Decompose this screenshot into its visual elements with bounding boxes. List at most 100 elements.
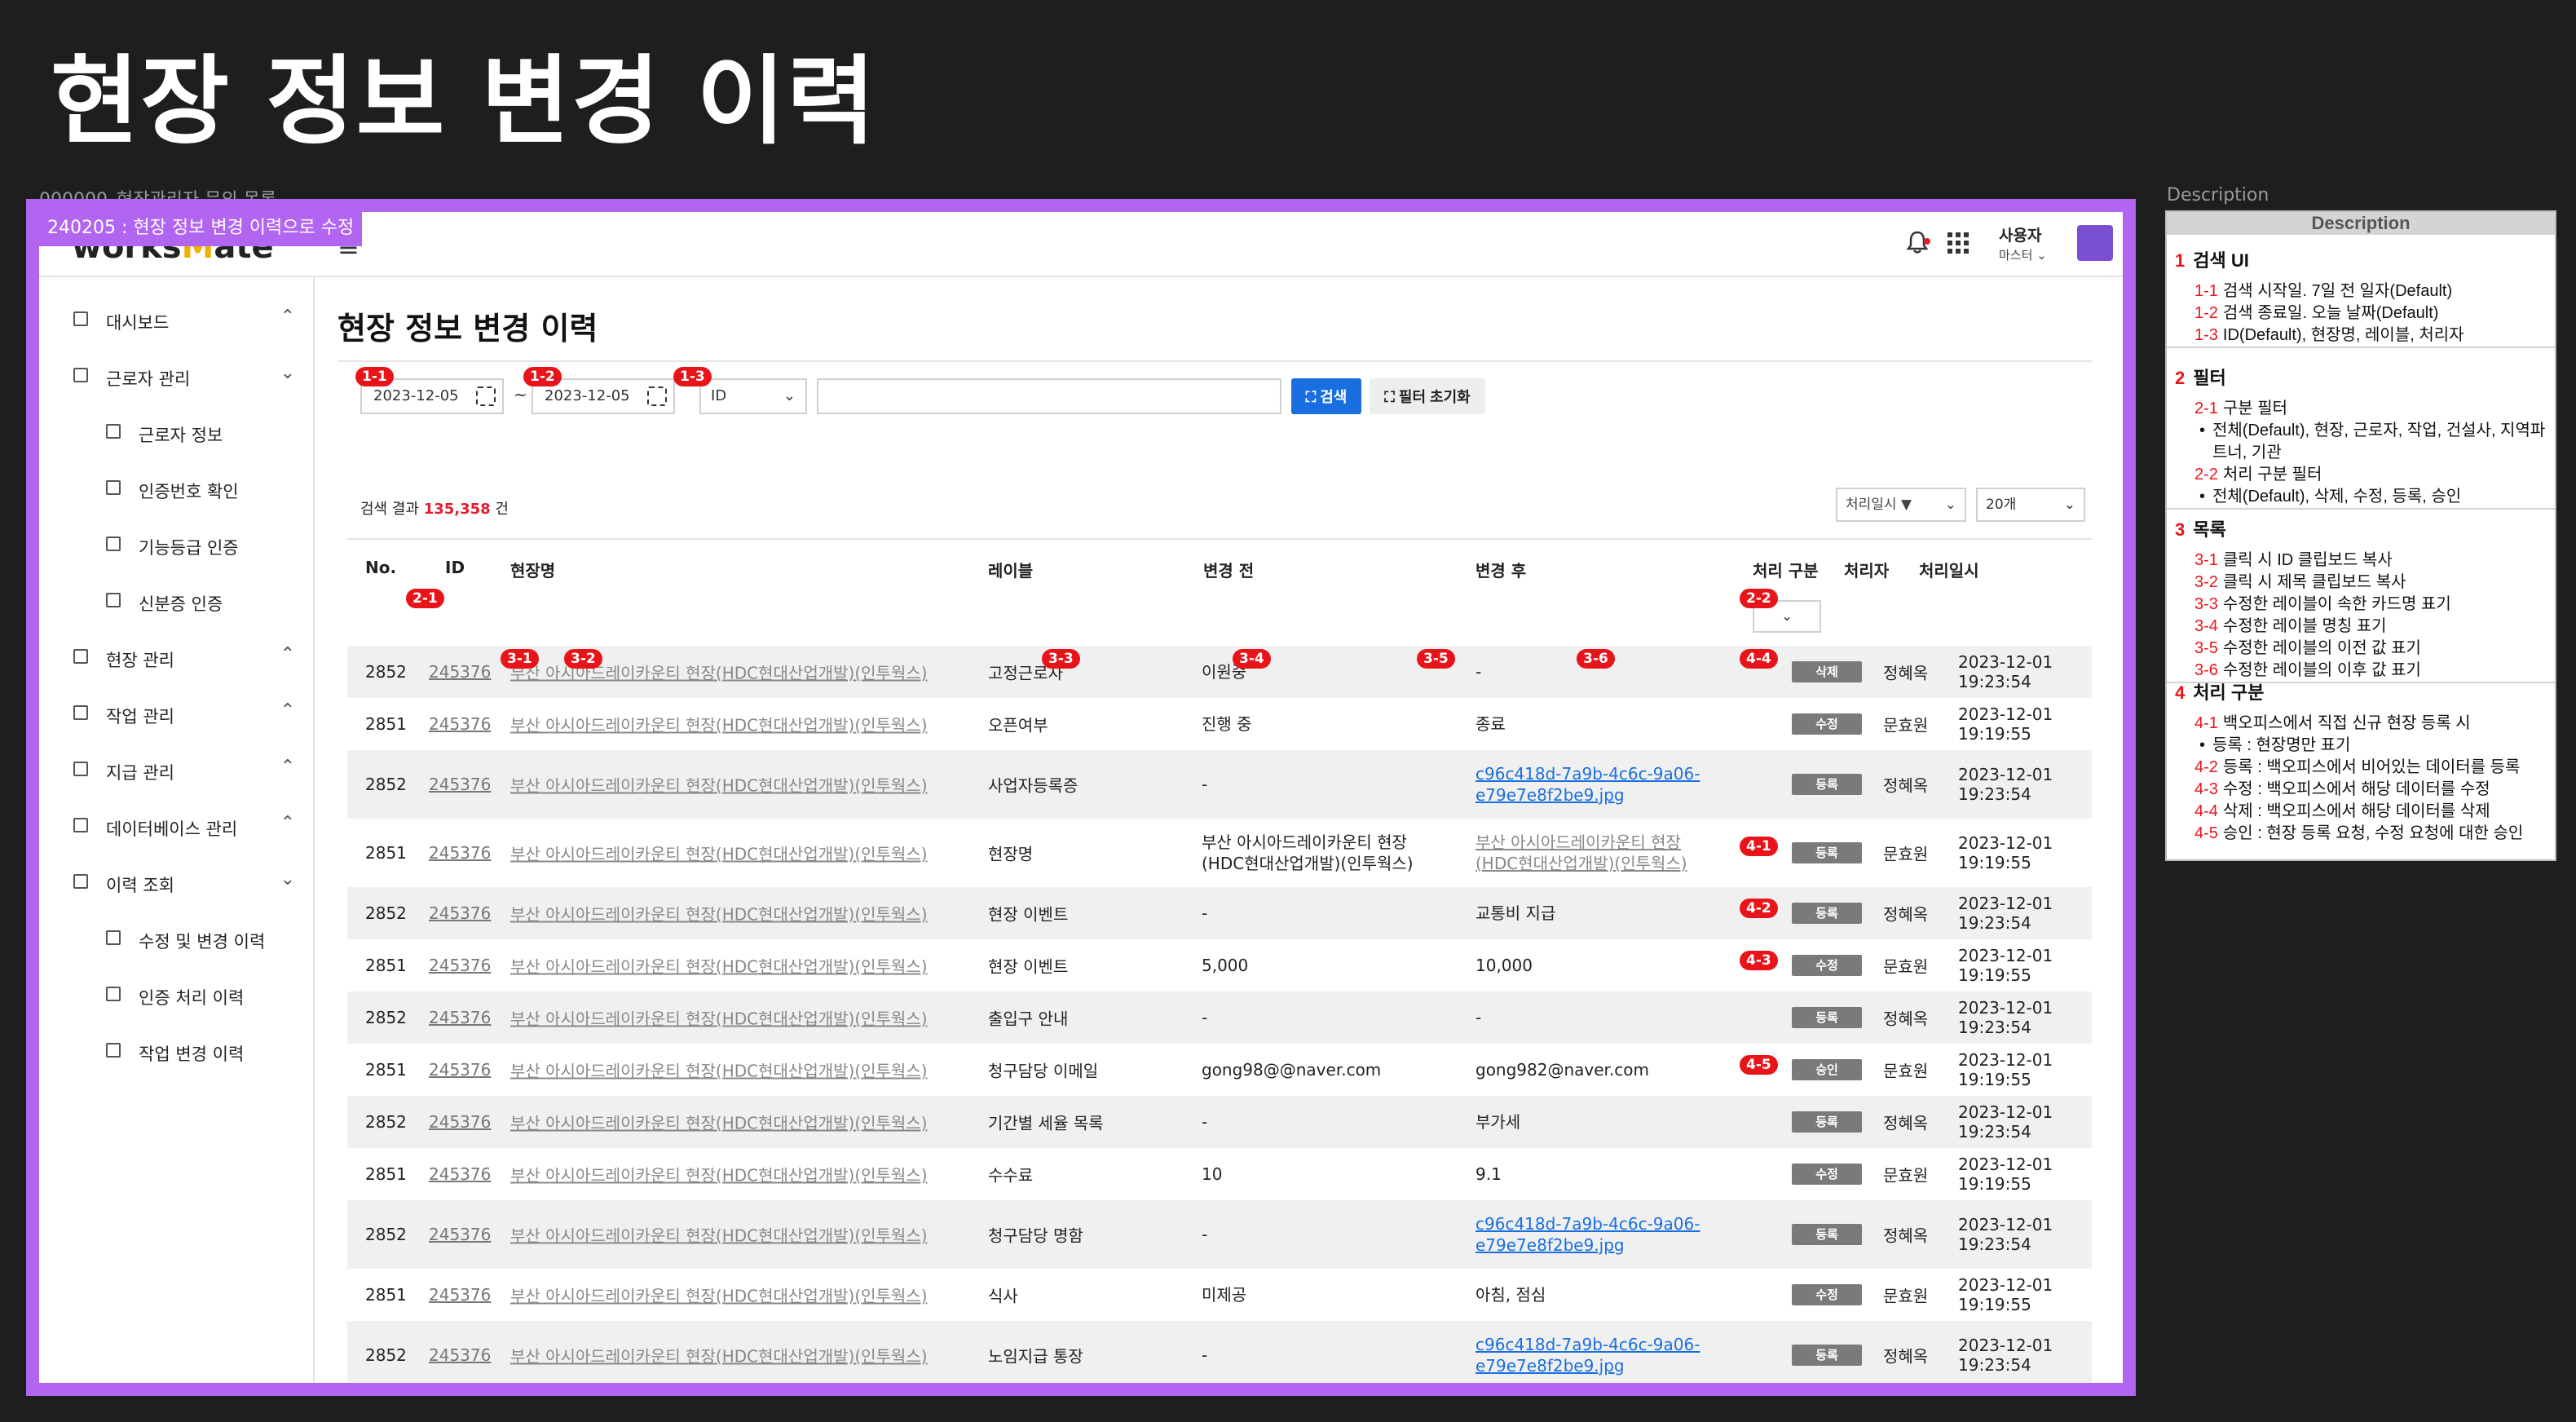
calendar-icon[interactable] [647, 386, 667, 406]
sidebar-item-label: 작업 관리 [106, 707, 174, 726]
sidebar-item[interactable]: 작업 관리 ⌃ [39, 687, 313, 744]
row-site-link[interactable]: 부산 아시아드레이카운티 현장(HDC현대산업개발)(인투웍스) [510, 1344, 928, 1367]
row-id-link[interactable]: 245376 [429, 1164, 491, 1184]
sort-select-value: 처리일시 ▼ [1846, 497, 1912, 513]
chevron-up-icon[interactable]: ⌃ [280, 813, 295, 833]
row-site-link[interactable]: 부산 아시아드레이카운티 현장(HDC현대산업개발)(인투웍스) [510, 1111, 928, 1134]
row-after-value[interactable]: c96c418d-7a9b-4c6c-9a06- e79e7e8f2be9.jp… [1475, 1213, 1700, 1256]
row-id-link[interactable]: 245376 [429, 1225, 491, 1244]
sidebar-item[interactable]: 대시보드 ⌃ [39, 294, 313, 350]
row-id-link[interactable]: 245376 [429, 956, 491, 975]
chevron-up-icon[interactable]: ⌃ [280, 757, 295, 777]
marker-4-1: 4-1 [1740, 837, 1778, 856]
row-no: 2852 [365, 775, 407, 794]
description-line: 4-3 수정 : 백오피스에서 해당 데이터를 수정 [2175, 779, 2555, 801]
sidebar-item[interactable]: 근로자 관리 ⌄ [39, 350, 313, 406]
description-section-title: 3 목록 [2175, 515, 2555, 541]
sidebar-item[interactable]: 기능등급 인증 [39, 519, 313, 575]
row-no: 2851 [365, 843, 407, 863]
search-input[interactable] [817, 378, 1281, 414]
chevron-down-icon[interactable]: ⌄ [280, 869, 295, 890]
sidebar-item[interactable]: 작업 변경 이력 [39, 1025, 313, 1081]
row-site-link[interactable]: 부산 아시아드레이카운티 현장(HDC현대산업개발)(인투웍스) [510, 1058, 928, 1082]
chevron-up-icon[interactable]: ⌃ [280, 644, 295, 665]
row-site-link[interactable]: 부산 아시아드레이카운티 현장(HDC현대산업개발)(인투웍스) [510, 1006, 928, 1030]
row-site-link[interactable]: 부산 아시아드레이카운티 현장(HDC현대산업개발)(인투웍스) [510, 713, 928, 736]
row-after-value: 9.1 [1475, 1164, 1502, 1184]
table-row: 2852 245376 부산 아시아드레이카운티 현장(HDC현대산업개발)(인투웍… [347, 1096, 2092, 1148]
sidebar-item-label: 현장 관리 [106, 651, 174, 670]
description-section-title: 4 처리 구분 [2175, 678, 2555, 704]
row-label: 기간별 세율 목록 [988, 1113, 1104, 1133]
table-row: 2852 245376 부산 아시아드레이카운티 현장(HDC현대산업개발)(인투웍… [347, 646, 2092, 698]
description-line: 3-2 클릭 시 제목 클립보드 복사 [2175, 572, 2555, 594]
row-label: 출입구 안내 [988, 1009, 1069, 1029]
chevron-up-icon[interactable]: ⌃ [280, 700, 295, 721]
line-text: 검색 시작일. 7일 전 일자(Default) [2222, 282, 2453, 300]
table-row: 2851 245376 부산 아시아드레이카운티 현장(HDC현대산업개발)(인투웍… [347, 939, 2092, 991]
line-text: 승인 : 현장 등록 요청, 수정 요청에 대한 승인 [2222, 824, 2524, 842]
apps-grid-icon[interactable] [1947, 230, 1969, 261]
chevron-down-icon: ⌄ [2063, 497, 2075, 513]
user-role-dropdown[interactable]: 마스터 ⌄ [1999, 246, 2047, 263]
row-id-link[interactable]: 245376 [429, 1285, 491, 1305]
avatar[interactable] [2077, 225, 2113, 261]
page-icon [106, 480, 121, 495]
page-icon [73, 874, 88, 889]
page-title: 현장 정보 변경 이력 [51, 45, 877, 157]
row-id-link[interactable]: 245376 [429, 662, 491, 682]
row-site-link[interactable]: 부산 아시아드레이카운티 현장(HDC현대산업개발)(인투웍스) [510, 1223, 928, 1247]
line-number: 4-1 [2194, 714, 2218, 732]
section-title-text: 검색 UI [2193, 250, 2249, 271]
row-id-link[interactable]: 245376 [429, 1008, 491, 1027]
row-site-link[interactable]: 부산 아시아드레이카운티 현장(HDC현대산업개발)(인투웍스) [510, 1163, 928, 1186]
row-site-link[interactable]: 부산 아시아드레이카운티 현장(HDC현대산업개발)(인투웍스) [510, 902, 928, 925]
sidebar-item[interactable]: 수정 및 변경 이력 [39, 912, 313, 969]
row-id-link[interactable]: 245376 [429, 775, 491, 794]
search-button[interactable]: ⛶ 검색 [1291, 378, 1361, 414]
sort-select[interactable]: 처리일시 ▼ ⌄ [1836, 488, 1966, 522]
row-site-link[interactable]: 부산 아시아드레이카운티 현장(HDC현대산업개발)(인투웍스) [510, 841, 928, 865]
row-person: 정혜옥 [1883, 775, 1929, 796]
sidebar-item[interactable]: 현장 관리 ⌃ [39, 631, 313, 687]
result-suffix: 건 [495, 501, 509, 518]
sidebar-item[interactable]: 인증 처리 이력 [39, 969, 313, 1025]
row-id-link[interactable]: 245376 [429, 1112, 491, 1132]
table-row: 2851 245376 부산 아시아드레이카운티 현장(HDC현대산업개발)(인투웍… [347, 698, 2092, 750]
row-after-value: gong982@naver.com [1475, 1060, 1650, 1080]
search-field-select[interactable]: ID ⌄ [699, 378, 807, 414]
row-after-value[interactable]: c96c418d-7a9b-4c6c-9a06- e79e7e8f2be9.jp… [1475, 1334, 1700, 1376]
sidebar-item[interactable]: 데이터베이스 관리 ⌃ [39, 800, 313, 856]
calendar-icon[interactable] [476, 386, 496, 406]
row-person: 문효원 [1883, 1286, 1929, 1306]
page-size-select[interactable]: 20개 ⌄ [1976, 488, 2085, 522]
chevron-down-icon[interactable]: ⌄ [280, 363, 295, 383]
row-id-link[interactable]: 245376 [429, 714, 491, 734]
sidebar-item[interactable]: 근로자 정보 [39, 406, 313, 462]
description-line: 1-3 ID(Default), 현장명, 레이블, 처리자 [2175, 325, 2555, 347]
row-id-link[interactable]: 245376 [429, 903, 491, 923]
row-person: 문효원 [1883, 956, 1929, 977]
user-name[interactable]: 사용자 [1999, 223, 2041, 245]
page-icon [73, 762, 88, 776]
row-id-link[interactable]: 245376 [429, 843, 491, 863]
bell-icon[interactable] [1906, 230, 1930, 261]
sidebar-item-label: 지급 관리 [106, 763, 174, 783]
chevron-up-icon[interactable]: ⌃ [280, 307, 295, 327]
row-site-link[interactable]: 부산 아시아드레이카운티 현장(HDC현대산업개발)(인투웍스) [510, 954, 928, 978]
row-site-link[interactable]: 부산 아시아드레이카운티 현장(HDC현대산업개발)(인투웍스) [510, 773, 928, 797]
notification-dot [1924, 238, 1930, 245]
row-site-link[interactable]: 부산 아시아드레이카운티 현장(HDC현대산업개발)(인투웍스) [510, 1283, 928, 1307]
section-number: 2 [2175, 368, 2186, 388]
sidebar-item[interactable]: 이력 조회 ⌄ [39, 856, 313, 912]
row-id-link[interactable]: 245376 [429, 1060, 491, 1080]
row-id-link[interactable]: 245376 [429, 1345, 491, 1365]
row-after-value[interactable]: c96c418d-7a9b-4c6c-9a06- e79e7e8f2be9.jp… [1475, 763, 1700, 806]
sidebar-item[interactable]: 신분증 인증 [39, 575, 313, 631]
sidebar-item[interactable]: 지급 관리 ⌃ [39, 744, 313, 800]
row-no: 2852 [365, 1345, 407, 1365]
reset-filter-button[interactable]: ⛶ 필터 초기화 [1370, 378, 1485, 414]
sidebar-item[interactable]: 인증번호 확인 [39, 462, 313, 519]
row-person: 문효원 [1883, 1061, 1929, 1081]
type-badge: 등록 [1792, 842, 1862, 863]
